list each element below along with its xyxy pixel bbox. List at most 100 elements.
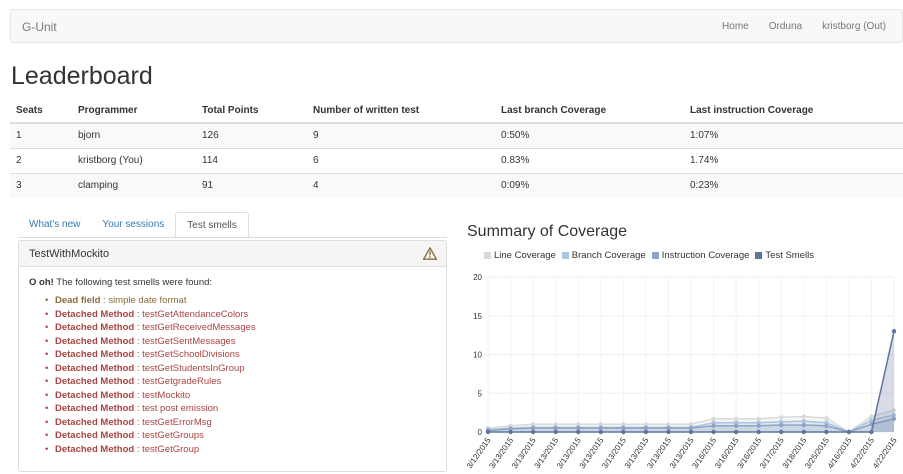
smells-list: Dead field : simple date format Detached …: [29, 294, 436, 456]
data-point: [643, 429, 649, 435]
data-point: [801, 418, 806, 424]
data-point: [779, 429, 784, 435]
smell-name: Dead field: [55, 295, 101, 306]
tab-whats-new[interactable]: What's new: [18, 212, 91, 238]
smell-item: Detached Method : test post emission: [45, 402, 436, 416]
nav-links: Home Orduna kristborg (Out): [722, 21, 886, 32]
data-point: [779, 422, 784, 428]
smell-item: Detached Method : testGetgradeRules: [45, 375, 436, 389]
smell-item: Detached Method : testGetStudentsInGroup: [45, 362, 436, 376]
y-tick-label: 15: [473, 312, 482, 321]
legend-item[interactable]: Branch Coverage: [561, 250, 646, 261]
navbar: G-Unit Home Orduna kristborg (Out): [10, 9, 903, 43]
table-cell: 0:50%: [495, 122, 684, 148]
smell-detail: : testGetReceivedMessages: [134, 322, 256, 333]
legend-item[interactable]: Test Smells: [755, 250, 814, 261]
warning-icon: [423, 247, 437, 260]
panel-heading: TestWithMockito: [19, 241, 446, 267]
data-point: [576, 425, 581, 431]
table-cell: 1:07%: [684, 122, 903, 148]
data-point: [598, 429, 603, 435]
intro-text: The following test smells were found:: [53, 277, 213, 288]
data-point: [801, 429, 806, 435]
smell-item: Detached Method : testGetAttendanceColor…: [45, 308, 436, 322]
column-header: Programmer: [72, 99, 196, 124]
smell-detail: : test post emission: [134, 403, 219, 414]
data-point: [801, 422, 806, 428]
table-cell: 9: [307, 122, 495, 148]
smell-item: Detached Method : testGetGroups: [45, 429, 436, 443]
data-point: [869, 429, 874, 435]
legend-label: Test Smells: [765, 250, 814, 261]
smell-detail: : testGetGroup: [134, 443, 200, 455]
column-header: Last branch Coverage: [495, 99, 684, 124]
tab-bar: What's new Your sessions Test smells: [18, 212, 249, 238]
data-point: [824, 415, 829, 421]
nav-orduna-link[interactable]: Orduna: [769, 21, 802, 32]
smell-item: Detached Method : testMockito: [45, 389, 436, 403]
smell-detail: : testGetStudentsInGroup: [134, 362, 245, 374]
smells-intro: O oh! The following test smells were fou…: [29, 277, 436, 288]
smell-name: Detached Method: [55, 403, 135, 414]
smell-detail: : simple date format: [100, 295, 187, 306]
legend-swatch: [651, 252, 659, 259]
data-point: [824, 429, 829, 435]
table-cell: 126: [196, 122, 307, 148]
smell-item: Detached Method : testGetGroup: [45, 443, 436, 457]
intro-exclamation: O oh!: [29, 277, 54, 288]
table-cell: clamping: [72, 172, 196, 198]
legend-label: Branch Coverage: [571, 250, 646, 261]
tab-test-smells[interactable]: Test smells: [175, 212, 249, 238]
table-cell: 1.74%: [684, 147, 903, 173]
legend-item[interactable]: Instruction Coverage: [651, 250, 750, 261]
column-header: Number of written test: [307, 99, 495, 124]
chart-title: Summary of Coverage: [467, 223, 628, 240]
column-header: Last instruction Coverage: [684, 99, 903, 124]
data-point: [530, 425, 536, 431]
coverage-chart: 051015203/12/20153/13/20153/13/20153/13/…: [465, 273, 899, 470]
table-cell: bjorn: [72, 122, 196, 148]
smell-detail: : testGetSentMessages: [134, 335, 236, 347]
table-cell: 1: [10, 122, 72, 148]
nav-user-logout-link[interactable]: kristborg (Out): [822, 21, 886, 32]
smell-detail: : testMockito: [134, 389, 191, 401]
legend-swatch: [561, 252, 569, 259]
data-point: [756, 429, 761, 435]
data-point: [733, 429, 739, 435]
legend-swatch: [755, 252, 763, 259]
smell-item: Detached Method : testGetSchoolDivisions: [45, 348, 436, 362]
data-point: [621, 429, 626, 435]
table-row: 3 clamping 91 4 0:09% 0:23%: [10, 172, 903, 198]
table-cell: 0:09%: [495, 172, 684, 198]
data-point: [779, 415, 784, 420]
smell-detail: : testGetSchoolDivisions: [134, 349, 240, 360]
data-point: [756, 423, 761, 428]
table-cell: 6: [307, 147, 495, 173]
legend-label: Instruction Coverage: [661, 250, 750, 261]
column-header: Seats: [10, 99, 72, 124]
table-cell: 0.83%: [495, 147, 684, 173]
data-point: [711, 416, 716, 422]
legend-item[interactable]: Line Coverage: [484, 250, 556, 261]
data-point: [869, 414, 874, 419]
nav-home-link[interactable]: Home: [722, 21, 749, 32]
smell-item: Detached Method : testGetSentMessages: [45, 335, 436, 349]
data-point: [485, 429, 491, 435]
y-tick-label: 5: [478, 389, 483, 398]
tab-your-sessions[interactable]: Your sessions: [91, 212, 175, 238]
table-cell: 4: [307, 172, 495, 198]
brand-link[interactable]: G-Unit: [22, 20, 57, 34]
panel-body: O oh! The following test smells were fou…: [19, 267, 446, 466]
y-tick-label: 20: [473, 273, 482, 282]
smell-name: Detached Method: [55, 376, 135, 387]
smell-name: Detached Method: [55, 308, 135, 320]
smell-name: Detached Method: [55, 416, 135, 428]
data-point: [733, 416, 739, 422]
smell-name: Detached Method: [55, 335, 135, 347]
smell-detail: : testGetAttendanceColors: [134, 308, 249, 320]
smell-detail: : testGetGroups: [134, 430, 204, 441]
data-point: [801, 414, 806, 419]
data-point: [688, 425, 694, 431]
smell-detail: : testGetgradeRules: [134, 376, 222, 387]
legend-swatch: [484, 252, 491, 259]
